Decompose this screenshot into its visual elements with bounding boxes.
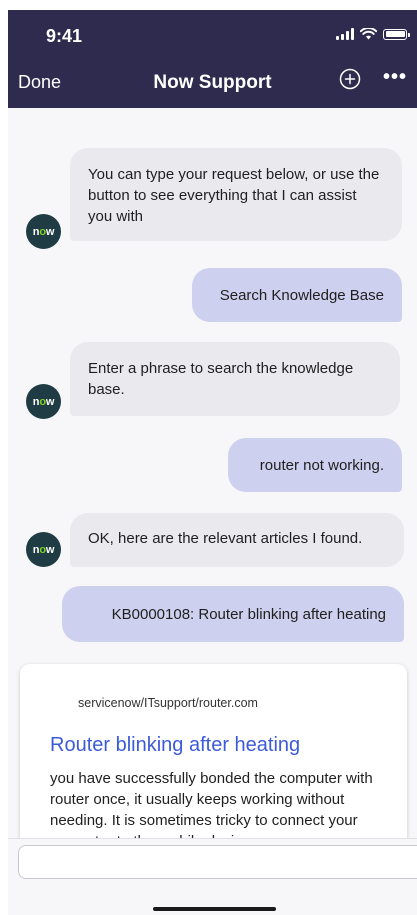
user-message: Search Knowledge Base [192, 268, 402, 322]
add-circle-icon[interactable] [339, 68, 361, 90]
avatar-text: w [45, 395, 55, 408]
bot-avatar: now [26, 384, 61, 419]
bot-message: Enter a phrase to search the knowledge b… [70, 342, 400, 416]
chat-transcript[interactable]: now You can type your request below, or … [8, 108, 417, 838]
nav-bar: Done Now Support ••• [8, 66, 417, 108]
status-time: 9:41 [46, 26, 83, 46]
user-message-kb-link[interactable]: KB0000108: Router blinking after heating [62, 586, 404, 642]
bot-avatar: now [26, 214, 61, 249]
message-input[interactable] [18, 845, 417, 879]
user-message: router not working. [228, 438, 402, 492]
bot-message: OK, here are the relevant articles I fou… [70, 513, 404, 567]
status-icons [336, 28, 410, 40]
wifi-icon [360, 28, 377, 40]
article-card[interactable]: servicenow/ITsupport/router.com Router b… [20, 664, 407, 838]
article-url[interactable]: servicenow/ITsupport/router.com [78, 696, 258, 710]
bot-avatar: now [26, 532, 61, 567]
home-indicator [153, 907, 276, 911]
cellular-signal-icon [336, 28, 354, 40]
article-snippet: you have successfully bonded the compute… [50, 770, 373, 838]
message-composer [8, 838, 417, 915]
avatar-text: w [45, 225, 55, 238]
article-title-link[interactable]: Router blinking after heating [50, 734, 300, 757]
avatar-text: w [45, 543, 55, 556]
bot-message: You can type your request below, or use … [70, 148, 402, 241]
more-options-button[interactable]: ••• [383, 66, 407, 89]
status-bar: 9:41 [8, 10, 417, 66]
battery-icon [383, 28, 410, 40]
